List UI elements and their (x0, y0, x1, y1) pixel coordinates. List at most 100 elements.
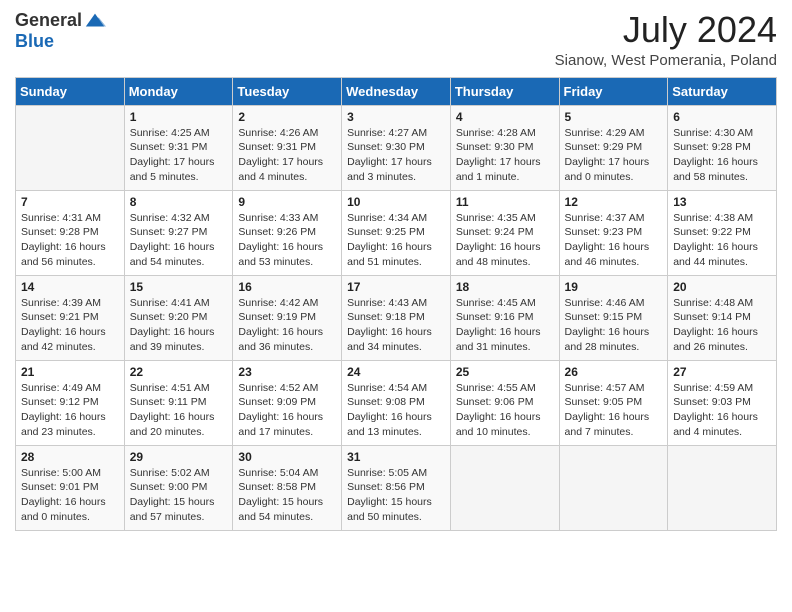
day-info: Sunrise: 4:26 AM Sunset: 9:31 PM Dayligh… (238, 126, 336, 185)
day-number: 6 (673, 110, 771, 124)
day-number: 28 (21, 450, 119, 464)
calendar-cell: 28 Sunrise: 5:00 AM Sunset: 9:01 PM Dayli… (16, 445, 125, 530)
day-number: 9 (238, 195, 336, 209)
day-info: Sunrise: 4:42 AM Sunset: 9:19 PM Dayligh… (238, 296, 336, 355)
day-info: Sunrise: 4:39 AM Sunset: 9:21 PM Dayligh… (21, 296, 119, 355)
day-info: Sunrise: 4:38 AM Sunset: 9:22 PM Dayligh… (673, 211, 771, 270)
day-info: Sunrise: 4:45 AM Sunset: 9:16 PM Dayligh… (456, 296, 554, 355)
calendar-cell (450, 445, 559, 530)
day-number: 3 (347, 110, 445, 124)
day-info: Sunrise: 4:27 AM Sunset: 9:30 PM Dayligh… (347, 126, 445, 185)
day-info: Sunrise: 4:25 AM Sunset: 9:31 PM Dayligh… (130, 126, 228, 185)
day-number: 15 (130, 280, 228, 294)
day-info: Sunrise: 4:28 AM Sunset: 9:30 PM Dayligh… (456, 126, 554, 185)
header-thursday: Thursday (450, 77, 559, 105)
day-number: 12 (565, 195, 663, 209)
calendar-cell: 6 Sunrise: 4:30 AM Sunset: 9:28 PM Daylig… (668, 105, 777, 190)
title-block: July 2024 Sianow, West Pomerania, Poland (555, 10, 777, 69)
calendar-cell: 23 Sunrise: 4:52 AM Sunset: 9:09 PM Dayli… (233, 360, 342, 445)
day-info: Sunrise: 4:46 AM Sunset: 9:15 PM Dayligh… (565, 296, 663, 355)
day-info: Sunrise: 4:55 AM Sunset: 9:06 PM Dayligh… (456, 381, 554, 440)
calendar-cell: 11Sunrise: 4:35 AM Sunset: 9:24 PM Dayli… (450, 190, 559, 275)
week-row-3: 14 Sunrise: 4:39 AM Sunset: 9:21 PM Dayli… (16, 275, 777, 360)
logo-blue: Blue (15, 31, 54, 51)
calendar-cell: 16Sunrise: 4:42 AM Sunset: 9:19 PM Dayli… (233, 275, 342, 360)
calendar-cell: 9 Sunrise: 4:33 AM Sunset: 9:26 PM Daylig… (233, 190, 342, 275)
day-number: 17 (347, 280, 445, 294)
header-sunday: Sunday (16, 77, 125, 105)
month-year-title: July 2024 (555, 10, 777, 50)
calendar-header-row: SundayMondayTuesdayWednesdayThursdayFrid… (16, 77, 777, 105)
calendar-cell: 30Sunrise: 5:04 AM Sunset: 8:58 PM Dayli… (233, 445, 342, 530)
calendar-cell: 31Sunrise: 5:05 AM Sunset: 8:56 PM Dayli… (342, 445, 451, 530)
day-info: Sunrise: 4:57 AM Sunset: 9:05 PM Dayligh… (565, 381, 663, 440)
calendar-cell: 1 Sunrise: 4:25 AM Sunset: 9:31 PM Daylig… (124, 105, 233, 190)
calendar-cell: 22Sunrise: 4:51 AM Sunset: 9:11 PM Dayli… (124, 360, 233, 445)
day-number: 18 (456, 280, 554, 294)
calendar-cell: 12 Sunrise: 4:37 AM Sunset: 9:23 PM Dayli… (559, 190, 668, 275)
calendar-cell: 25Sunrise: 4:55 AM Sunset: 9:06 PM Dayli… (450, 360, 559, 445)
day-number: 5 (565, 110, 663, 124)
day-number: 13 (673, 195, 771, 209)
logo: General Blue (15, 10, 106, 52)
calendar-cell: 2 Sunrise: 4:26 AM Sunset: 9:31 PM Daylig… (233, 105, 342, 190)
calendar-cell: 20Sunrise: 4:48 AM Sunset: 9:14 PM Dayli… (668, 275, 777, 360)
day-info: Sunrise: 4:43 AM Sunset: 9:18 PM Dayligh… (347, 296, 445, 355)
day-info: Sunrise: 4:41 AM Sunset: 9:20 PM Dayligh… (130, 296, 228, 355)
day-info: Sunrise: 4:33 AM Sunset: 9:26 PM Dayligh… (238, 211, 336, 270)
calendar-cell: 18 Sunrise: 4:45 AM Sunset: 9:16 PM Dayli… (450, 275, 559, 360)
day-info: Sunrise: 4:32 AM Sunset: 9:27 PM Dayligh… (130, 211, 228, 270)
calendar-cell: 3 Sunrise: 4:27 AM Sunset: 9:30 PM Daylig… (342, 105, 451, 190)
calendar-cell: 26 Sunrise: 4:57 AM Sunset: 9:05 PM Dayli… (559, 360, 668, 445)
day-number: 24 (347, 365, 445, 379)
day-info: Sunrise: 4:49 AM Sunset: 9:12 PM Dayligh… (21, 381, 119, 440)
calendar-cell: 19 Sunrise: 4:46 AM Sunset: 9:15 PM Dayli… (559, 275, 668, 360)
day-number: 21 (21, 365, 119, 379)
day-info: Sunrise: 5:00 AM Sunset: 9:01 PM Dayligh… (21, 466, 119, 525)
week-row-1: 1 Sunrise: 4:25 AM Sunset: 9:31 PM Daylig… (16, 105, 777, 190)
calendar-cell (559, 445, 668, 530)
day-number: 20 (673, 280, 771, 294)
calendar-cell: 17 Sunrise: 4:43 AM Sunset: 9:18 PM Dayli… (342, 275, 451, 360)
calendar-cell: 7Sunrise: 4:31 AM Sunset: 9:28 PM Daylig… (16, 190, 125, 275)
calendar-cell: 14 Sunrise: 4:39 AM Sunset: 9:21 PM Dayli… (16, 275, 125, 360)
day-number: 30 (238, 450, 336, 464)
day-number: 14 (21, 280, 119, 294)
calendar-cell: 5 Sunrise: 4:29 AM Sunset: 9:29 PM Daylig… (559, 105, 668, 190)
day-number: 19 (565, 280, 663, 294)
day-info: Sunrise: 4:34 AM Sunset: 9:25 PM Dayligh… (347, 211, 445, 270)
calendar-cell (668, 445, 777, 530)
header-tuesday: Tuesday (233, 77, 342, 105)
calendar-table: SundayMondayTuesdayWednesdayThursdayFrid… (15, 77, 777, 531)
calendar-cell: 10 Sunrise: 4:34 AM Sunset: 9:25 PM Dayli… (342, 190, 451, 275)
calendar-cell: 13 Sunrise: 4:38 AM Sunset: 9:22 PM Dayli… (668, 190, 777, 275)
day-number: 1 (130, 110, 228, 124)
day-number: 26 (565, 365, 663, 379)
logo-icon (84, 10, 106, 32)
calendar-cell: 15 Sunrise: 4:41 AM Sunset: 9:20 PM Dayli… (124, 275, 233, 360)
day-number: 4 (456, 110, 554, 124)
day-info: Sunrise: 4:52 AM Sunset: 9:09 PM Dayligh… (238, 381, 336, 440)
week-row-2: 7Sunrise: 4:31 AM Sunset: 9:28 PM Daylig… (16, 190, 777, 275)
day-number: 2 (238, 110, 336, 124)
day-info: Sunrise: 5:02 AM Sunset: 9:00 PM Dayligh… (130, 466, 228, 525)
calendar-cell (16, 105, 125, 190)
day-number: 11 (456, 195, 554, 209)
day-number: 8 (130, 195, 228, 209)
day-info: Sunrise: 4:37 AM Sunset: 9:23 PM Dayligh… (565, 211, 663, 270)
calendar-cell: 29 Sunrise: 5:02 AM Sunset: 9:00 PM Dayli… (124, 445, 233, 530)
day-info: Sunrise: 5:05 AM Sunset: 8:56 PM Dayligh… (347, 466, 445, 525)
day-info: Sunrise: 4:54 AM Sunset: 9:08 PM Dayligh… (347, 381, 445, 440)
day-number: 29 (130, 450, 228, 464)
day-info: Sunrise: 4:59 AM Sunset: 9:03 PM Dayligh… (673, 381, 771, 440)
day-number: 10 (347, 195, 445, 209)
day-number: 27 (673, 365, 771, 379)
day-info: Sunrise: 4:30 AM Sunset: 9:28 PM Dayligh… (673, 126, 771, 185)
day-info: Sunrise: 4:29 AM Sunset: 9:29 PM Dayligh… (565, 126, 663, 185)
calendar-cell: 24 Sunrise: 4:54 AM Sunset: 9:08 PM Dayli… (342, 360, 451, 445)
header-friday: Friday (559, 77, 668, 105)
header-saturday: Saturday (668, 77, 777, 105)
calendar-cell: 21 Sunrise: 4:49 AM Sunset: 9:12 PM Dayli… (16, 360, 125, 445)
day-number: 22 (130, 365, 228, 379)
day-number: 23 (238, 365, 336, 379)
